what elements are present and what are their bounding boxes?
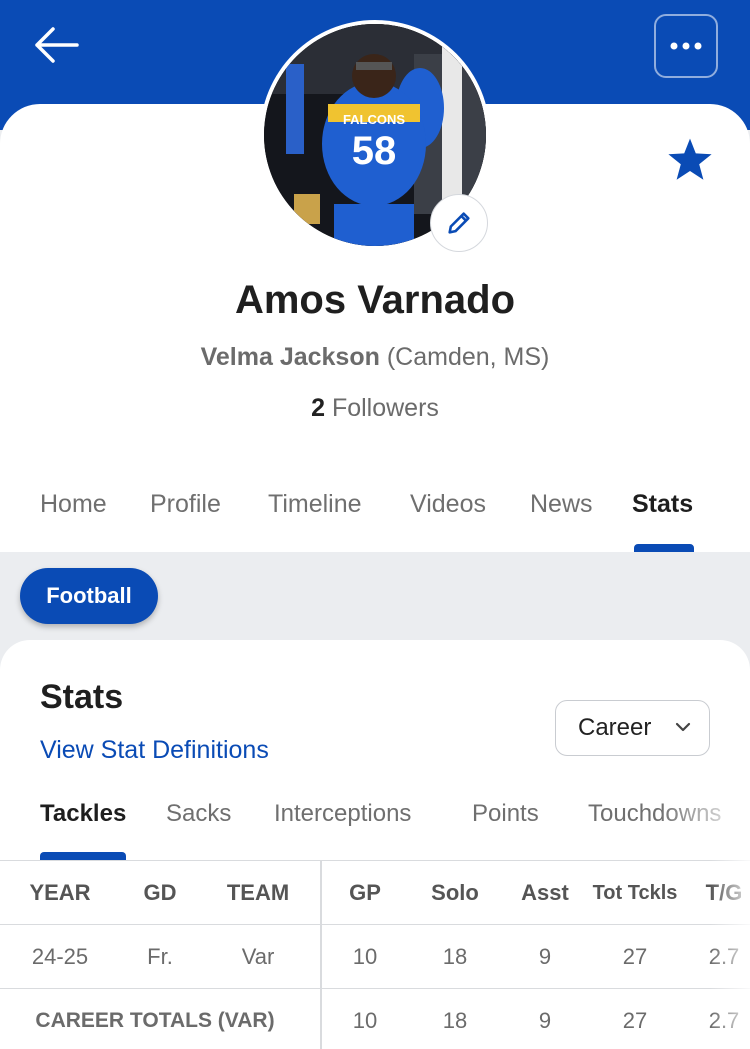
column-header: Asst — [521, 880, 569, 905]
sport-filter-football[interactable]: Football — [20, 568, 158, 624]
avatar-team-text: FALCONS — [343, 112, 405, 127]
edit-avatar-button[interactable] — [430, 194, 488, 252]
favorite-button[interactable] — [664, 134, 716, 186]
tab-home[interactable]: Home — [40, 490, 107, 519]
school-name: Velma Jackson — [200, 343, 380, 371]
table-cell: 24-25 — [31, 944, 89, 969]
stat-tab-interceptions[interactable]: Interceptions — [274, 800, 411, 828]
table-header-row: YEAR GD TEAM GP Solo Asst Tot Tckls T/G — [0, 860, 750, 924]
table-cell: 18 — [442, 1008, 468, 1033]
more-horizontal-icon — [670, 42, 702, 50]
table-cell: 9 — [538, 944, 552, 969]
pencil-icon — [448, 212, 470, 234]
column-header: GD — [143, 880, 177, 905]
tab-stats[interactable]: Stats — [632, 490, 693, 519]
followers-count[interactable]: 2 Followers — [0, 394, 750, 423]
career-totals-row: CAREER TOTALS (VAR) 10 18 9 27 2.7 — [0, 988, 750, 1049]
stat-tab-sacks[interactable]: Sacks — [166, 800, 231, 828]
profile-nav-tabs: Home Profile Timeline Videos News Stats — [0, 490, 750, 552]
nav-active-indicator — [634, 544, 694, 552]
table-cell: 10 — [352, 1008, 378, 1033]
table-cell: 9 — [538, 1008, 552, 1033]
career-totals-label: CAREER TOTALS (VAR) — [35, 1009, 275, 1032]
table-column-divider — [320, 860, 322, 1049]
stats-table: YEAR GD TEAM GP Solo Asst Tot Tckls T/G … — [0, 860, 750, 1049]
followers-label: Followers — [331, 394, 439, 422]
arrow-left-icon — [35, 27, 79, 63]
more-options-button[interactable] — [654, 14, 718, 78]
tab-profile[interactable]: Profile — [150, 490, 221, 519]
stat-tab-active-indicator — [40, 852, 126, 860]
season-select-value: Career — [578, 714, 652, 741]
tab-news[interactable]: News — [530, 490, 593, 519]
stat-tab-tackles[interactable]: Tackles — [40, 800, 126, 828]
avatar-jersey-number: 58 — [352, 129, 397, 173]
column-header: YEAR — [29, 880, 91, 905]
school-location: (Camden, MS) — [386, 343, 550, 371]
table-cell: 10 — [352, 944, 378, 969]
stats-title: Stats — [40, 678, 124, 716]
column-header: Tot Tckls — [592, 881, 678, 904]
player-school: Velma Jackson (Camden, MS) — [0, 343, 750, 372]
column-header: TEAM — [226, 880, 290, 905]
table-cell: 27 — [622, 1008, 648, 1033]
player-name: Amos Varnado — [234, 278, 516, 322]
table-scroll-fade — [710, 860, 750, 1049]
stat-tab-points[interactable]: Points — [472, 800, 539, 828]
tabs-fade-overlay — [660, 798, 750, 858]
column-header: Solo — [431, 880, 479, 905]
stat-definitions-link[interactable]: View Stat Definitions — [40, 736, 269, 765]
table-cell: Fr. — [147, 944, 173, 969]
back-button[interactable] — [28, 22, 84, 68]
season-select[interactable]: Career — [555, 700, 710, 756]
chevron-down-icon — [675, 722, 691, 732]
table-cell: 27 — [622, 944, 648, 969]
tab-timeline[interactable]: Timeline — [268, 490, 362, 519]
table-row: 24-25 Fr. Var 10 18 9 27 2.7 — [0, 924, 750, 988]
stats-card: Stats View Stat Definitions Career Tackl… — [0, 640, 750, 1049]
column-header: GP — [349, 880, 381, 905]
table-cell: 18 — [442, 944, 468, 969]
followers-number: 2 — [311, 394, 325, 422]
stat-category-tabs: Tackles Sacks Interceptions Points Touch… — [0, 798, 750, 860]
table-cell: Var — [241, 944, 275, 969]
tab-videos[interactable]: Videos — [410, 490, 486, 519]
star-icon — [668, 138, 712, 180]
